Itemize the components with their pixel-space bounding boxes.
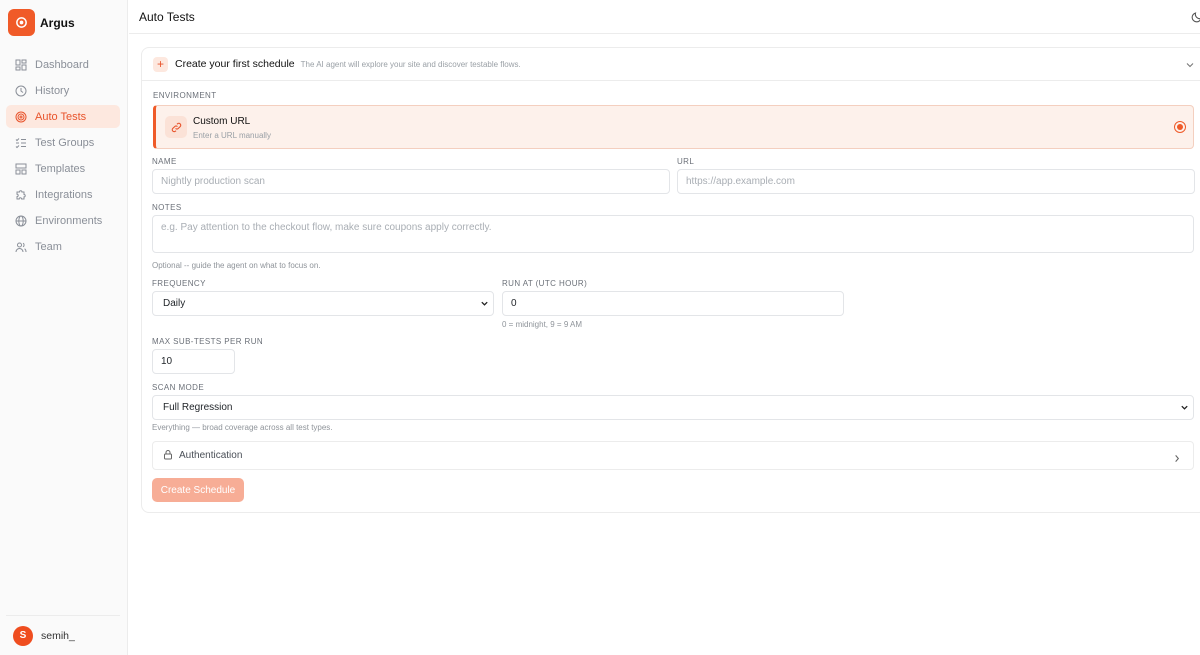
app-name: Argus — [40, 15, 75, 30]
moon-icon[interactable] — [1190, 10, 1200, 24]
scan-mode-select[interactable]: Full Regression — [152, 395, 1194, 420]
scan-mode-hint: Everything — broad coverage across all t… — [152, 423, 333, 432]
url-input[interactable] — [677, 169, 1195, 194]
sidebar-item-label: Dashboard — [35, 58, 89, 71]
frequency-value: Daily — [163, 298, 186, 309]
sidebar-item-history[interactable]: History — [6, 79, 120, 102]
radio-selected-dot — [1177, 124, 1183, 130]
sidebar-item-label: History — [35, 84, 70, 97]
sidebar-nav: Dashboard History Auto Tests Test Groups… — [6, 53, 120, 261]
sidebar-item-label: Templates — [35, 162, 86, 175]
notes-textarea[interactable] — [152, 215, 1194, 253]
sidebar: Argus Dashboard History Auto Tests Test … — [0, 0, 128, 655]
sidebar-item-dashboard[interactable]: Dashboard — [6, 53, 120, 76]
notes-label: NOTES — [152, 203, 182, 212]
plus-icon: + — [153, 56, 168, 72]
grid-icon — [15, 59, 27, 71]
puzzle-icon — [15, 189, 27, 201]
list-check-icon — [15, 137, 27, 149]
sidebar-item-test-groups[interactable]: Test Groups — [6, 131, 120, 154]
scan-mode-label: SCAN MODE — [152, 383, 205, 392]
frequency-select[interactable]: Daily — [152, 291, 494, 316]
chevron-down-icon — [1180, 403, 1189, 412]
environment-label: ENVIRONMENT — [153, 91, 217, 100]
schedule-subtitle: The AI agent will explore your site and … — [300, 59, 521, 69]
run-at-hint: 0 = midnight, 9 = 9 AM — [502, 320, 583, 329]
authentication-toggle[interactable]: Authentication — [152, 441, 1194, 470]
url-label: URL — [677, 157, 695, 166]
frequency-label: FREQUENCY — [152, 279, 206, 288]
create-schedule-button[interactable]: Create Schedule — [152, 478, 244, 502]
max-subtests-input[interactable] — [152, 349, 235, 374]
sidebar-item-templates[interactable]: Templates — [6, 157, 120, 180]
environment-option-subtitle: Enter a URL manually — [193, 131, 271, 140]
environment-radio[interactable] — [1174, 121, 1186, 133]
sidebar-item-label: Integrations — [35, 188, 93, 201]
environment-option-title: Custom URL — [193, 116, 251, 127]
sidebar-item-label: Team — [35, 240, 62, 253]
authentication-label: Authentication — [179, 450, 243, 461]
name-label: NAME — [152, 157, 177, 166]
globe-icon — [15, 215, 27, 227]
name-input[interactable] — [152, 169, 670, 194]
sidebar-item-team[interactable]: Team — [6, 235, 120, 258]
page-title: Auto Tests — [139, 9, 195, 24]
layout-icon — [15, 163, 27, 175]
username: semih_ — [41, 629, 75, 642]
chevron-down-icon[interactable] — [1185, 59, 1195, 69]
avatar: S — [13, 625, 33, 646]
sidebar-item-label: Auto Tests — [35, 110, 87, 123]
user-menu[interactable]: S semih_ — [6, 615, 120, 655]
scan-mode-value: Full Regression — [163, 402, 233, 413]
schedule-title: Create your first schedule — [175, 58, 295, 70]
chevron-down-icon — [480, 299, 489, 308]
target-icon — [15, 111, 27, 123]
environment-option-custom-url[interactable]: Custom URL Enter a URL manually — [153, 105, 1194, 149]
notes-hint: Optional -- guide the agent on what to f… — [152, 261, 321, 270]
link-icon — [165, 116, 187, 138]
run-at-label: RUN AT (UTC HOUR) — [502, 279, 588, 288]
chevron-right-icon — [1173, 452, 1181, 463]
sidebar-item-label: Environments — [35, 214, 103, 227]
schedule-card-header[interactable]: + Create your first schedule The AI agen… — [142, 48, 1200, 81]
max-subtests-label: MAX SUB-TESTS PER RUN — [152, 337, 264, 346]
users-icon — [15, 241, 27, 253]
argus-logo-icon — [8, 9, 35, 36]
page-header: Auto Tests — [129, 0, 1200, 34]
lock-icon — [163, 449, 173, 463]
sidebar-item-environments[interactable]: Environments — [6, 209, 120, 232]
sidebar-item-integrations[interactable]: Integrations — [6, 183, 120, 206]
sidebar-item-label: Test Groups — [35, 136, 95, 149]
clock-icon — [15, 85, 27, 97]
run-at-input[interactable] — [502, 291, 844, 316]
brand[interactable]: Argus — [8, 9, 75, 36]
sidebar-item-auto-tests[interactable]: Auto Tests — [6, 105, 120, 128]
